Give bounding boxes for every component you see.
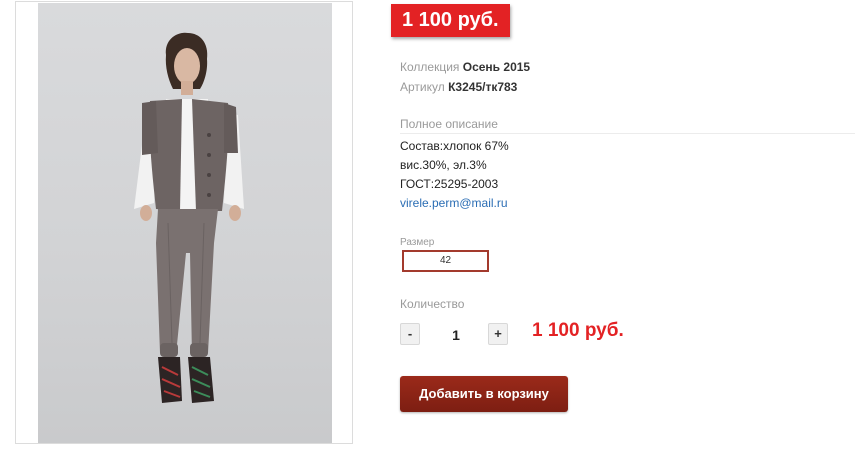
collection-row: Коллекция Осень 2015 — [400, 60, 530, 74]
collection-value: Осень 2015 — [462, 60, 531, 74]
product-image[interactable] — [38, 3, 332, 443]
collection-label: Коллекция — [400, 60, 460, 74]
model-illustration — [134, 32, 244, 403]
article-row: Артикул К3245/тк783 — [400, 80, 517, 94]
article-label: Артикул — [400, 80, 445, 94]
description-line: ГОСТ:25295-2003 — [400, 177, 499, 191]
quantity-input[interactable] — [432, 323, 480, 347]
size-option-selected[interactable]: 42 — [402, 250, 489, 272]
description-divider — [400, 133, 855, 134]
price-badge: 1 100 руб. — [391, 4, 510, 37]
quantity-increase-button[interactable]: + — [488, 323, 508, 345]
description-line: Состав:хлопок 67% — [400, 139, 509, 153]
contact-email-link[interactable]: virele.perm@mail.ru — [400, 194, 509, 213]
total-price: 1 100 руб. — [532, 320, 624, 341]
description-text: Состав:хлопок 67% вис.30%, эл.3% ГОСТ:25… — [400, 137, 509, 213]
description-line: вис.30%, эл.3% — [400, 158, 487, 172]
product-image-frame[interactable] — [15, 1, 353, 444]
add-to-cart-button[interactable]: Добавить в корзину — [400, 376, 568, 412]
quantity-decrease-button[interactable]: - — [400, 323, 420, 345]
description-title: Полное описание — [400, 117, 498, 131]
article-value: К3245/тк783 — [448, 80, 518, 94]
size-label: Размер — [400, 237, 435, 248]
quantity-label: Количество — [400, 297, 465, 311]
